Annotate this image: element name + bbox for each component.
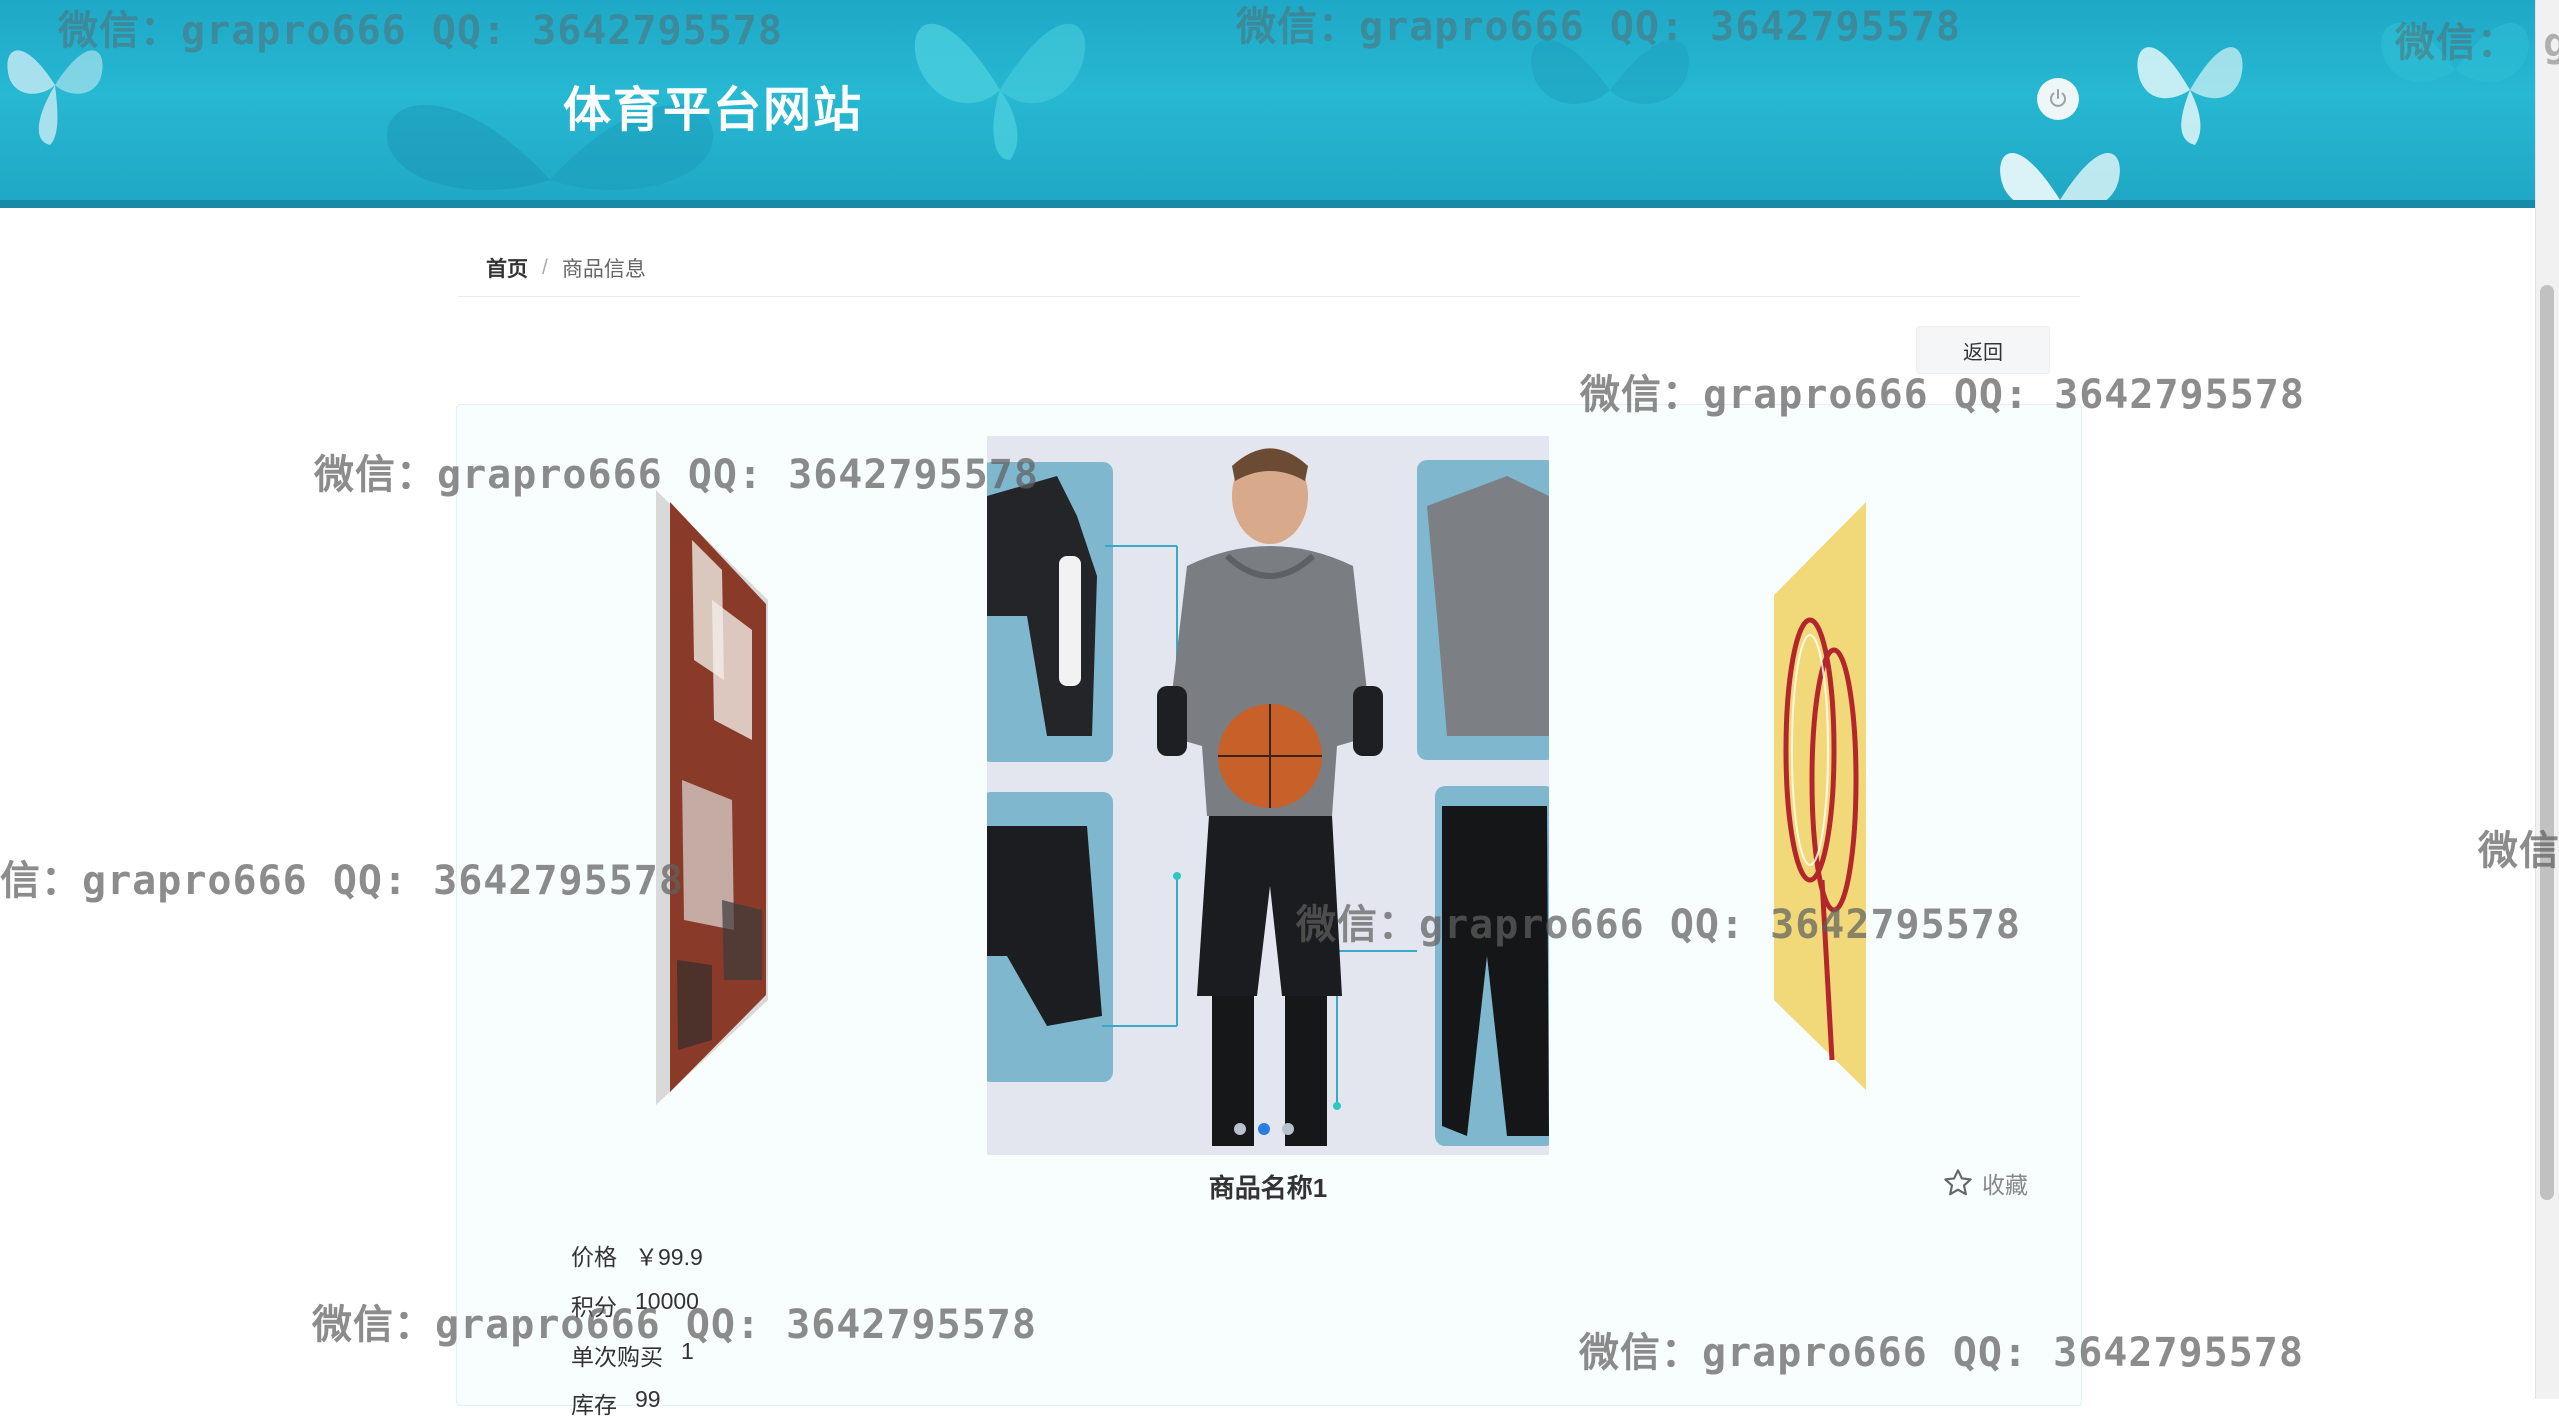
- price-label: 价格: [571, 1244, 617, 1270]
- watermark: 微信：grapro666 QQ: 3642795578: [1236, 4, 1961, 50]
- watermark: 微信: [2478, 828, 2559, 874]
- watermark: 微信：grapro666 QQ: 3642795578: [312, 1302, 1037, 1348]
- price-row: 价格 ￥99.9: [571, 1238, 703, 1272]
- power-icon: [2050, 89, 2066, 107]
- stock-row: 库存 99: [571, 1386, 661, 1420]
- star-icon: [1944, 1169, 1972, 1196]
- favorite-button[interactable]: 收藏: [1942, 1166, 2028, 1200]
- watermark: 微信：grapro666 QQ: 3642795578: [1296, 902, 2021, 948]
- carousel-indicators: [1234, 1123, 1294, 1135]
- butterfly-decoration: [914, 23, 1086, 161]
- basketball-apparel-photo: [987, 436, 1549, 1155]
- breadcrumb-home-link[interactable]: 首页: [486, 253, 528, 283]
- stock-label: 库存: [571, 1392, 617, 1418]
- carousel-dot[interactable]: [1282, 1123, 1294, 1135]
- butterfly-decoration: [2137, 47, 2243, 146]
- product-name: 商品名称1: [1208, 1173, 1328, 1203]
- butterfly-decoration: [2000, 153, 2120, 208]
- breadcrumb-separator: /: [542, 256, 548, 279]
- logout-button[interactable]: [2037, 78, 2079, 120]
- carousel-slide-right[interactable]: [1772, 500, 1868, 1090]
- site-title: 体育平台网站: [563, 82, 864, 138]
- watermark: 微信：grapro666 QQ: 3642795578: [58, 8, 783, 54]
- breadcrumb: 首页 / 商品信息: [458, 240, 2080, 297]
- watermark: 信：grapro666 QQ: 3642795578: [0, 858, 684, 904]
- watermark: 微信： gr: [2395, 20, 2559, 66]
- watermark: 微信：grapro666 QQ: 3642795578: [1579, 1330, 2304, 1376]
- carousel-dot-active[interactable]: [1258, 1123, 1270, 1135]
- header-divider: [0, 200, 2535, 208]
- favorite-label: 收藏: [1982, 1172, 2028, 1198]
- price-value: ￥99.9: [635, 1244, 703, 1270]
- carousel-slide-left[interactable]: [652, 480, 772, 1105]
- breadcrumb-current: 商品信息: [561, 258, 646, 281]
- page-scrollbar-thumb[interactable]: [2540, 285, 2554, 1200]
- watermark: 微信：grapro666 QQ: 3642795578: [1580, 372, 2305, 418]
- stock-value: 99: [635, 1386, 661, 1412]
- carousel-dot[interactable]: [1234, 1123, 1246, 1135]
- carousel-main-slide[interactable]: [987, 436, 1549, 1155]
- watermark: 微信：grapro666 QQ: 3642795578: [314, 452, 1039, 498]
